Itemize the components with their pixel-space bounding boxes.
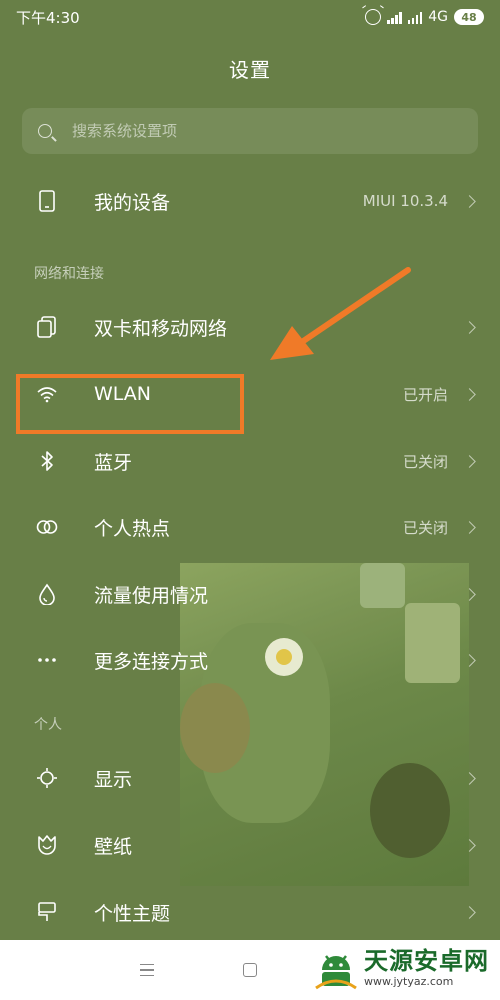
sim-card-icon <box>36 316 58 338</box>
row-themes[interactable]: 个性主题 <box>0 879 500 940</box>
row-bluetooth[interactable]: 蓝牙 已关闭 <box>0 428 500 494</box>
search-input[interactable] <box>72 122 432 140</box>
home-icon[interactable] <box>243 963 257 977</box>
chevron-right-icon <box>463 905 476 919</box>
phone-icon <box>36 190 58 212</box>
row-label: 更多连接方式 <box>94 650 209 673</box>
signal-icon <box>387 11 402 24</box>
row-label: 显示 <box>94 768 133 791</box>
row-label: 蓝牙 <box>94 451 133 474</box>
page-title: 设置 <box>229 58 271 82</box>
wallpaper-tulip-icon <box>36 834 58 856</box>
row-value: 已关闭 <box>402 518 448 537</box>
signal-icon-2 <box>407 11 423 24</box>
chevron-right-icon <box>463 653 476 667</box>
search-icon <box>38 124 52 138</box>
row-label: 双卡和移动网络 <box>94 317 228 340</box>
row-label: 我的设备 <box>94 191 171 214</box>
theme-brush-icon <box>36 901 58 923</box>
chevron-right-icon <box>463 320 476 334</box>
annotation-highlight-box <box>16 374 244 434</box>
row-label: 个性主题 <box>94 902 171 925</box>
row-display[interactable]: 显示 <box>0 745 500 811</box>
row-label: 壁纸 <box>94 835 133 858</box>
chevron-right-icon <box>463 454 476 468</box>
chevron-right-icon <box>463 520 476 534</box>
watermark-name: 天源安卓网 <box>364 947 489 975</box>
row-dual-sim[interactable]: 双卡和移动网络 <box>0 294 500 360</box>
android-logo-icon <box>315 955 357 990</box>
row-data-usage[interactable]: 流量使用情况 <box>0 561 500 627</box>
hotspot-icon <box>36 516 58 538</box>
row-my-device[interactable]: 我的设备 MIUI 10.3.4 <box>0 168 500 234</box>
chevron-right-icon <box>463 387 476 401</box>
alarm-icon <box>365 9 382 25</box>
section-title-network: 网络和连接 <box>34 266 104 282</box>
row-label: 个人热点 <box>94 517 171 540</box>
annotation-arrow-icon <box>270 267 411 360</box>
row-value: 已开启 <box>402 385 448 404</box>
settings-screen: 下午4:30 4G 48 设置 我的设备 MIUI 10.3.4 网络和连接 双… <box>0 0 500 940</box>
chevron-right-icon <box>463 587 476 601</box>
chevron-right-icon <box>463 838 476 852</box>
data-drop-icon <box>36 583 58 605</box>
row-more-connections[interactable]: 更多连接方式 <box>0 627 500 693</box>
watermark-url: www.jytyaz.com <box>364 975 454 988</box>
watermark: 天源安卓网 www.jytyaz.com <box>312 944 489 992</box>
status-icons: 4G 48 <box>365 9 484 25</box>
search-bar[interactable] <box>22 108 478 154</box>
more-dots-icon <box>36 649 58 671</box>
row-hotspot[interactable]: 个人热点 已关闭 <box>0 494 500 560</box>
chevron-right-icon <box>463 771 476 785</box>
bluetooth-icon <box>36 450 58 472</box>
row-value: MIUI 10.3.4 <box>362 192 448 210</box>
menu-icon[interactable] <box>140 964 154 976</box>
battery-icon: 48 <box>454 9 484 25</box>
chevron-right-icon <box>463 194 476 208</box>
network-type: 4G <box>428 9 448 25</box>
status-time: 下午4:30 <box>16 8 80 27</box>
row-wallpaper[interactable]: 壁纸 <box>0 812 500 878</box>
row-value: 已关闭 <box>402 452 448 471</box>
brightness-icon <box>36 767 58 789</box>
section-title-personal: 个人 <box>34 717 62 733</box>
row-label: 流量使用情况 <box>94 584 209 607</box>
status-bar: 下午4:30 4G 48 <box>0 0 500 34</box>
